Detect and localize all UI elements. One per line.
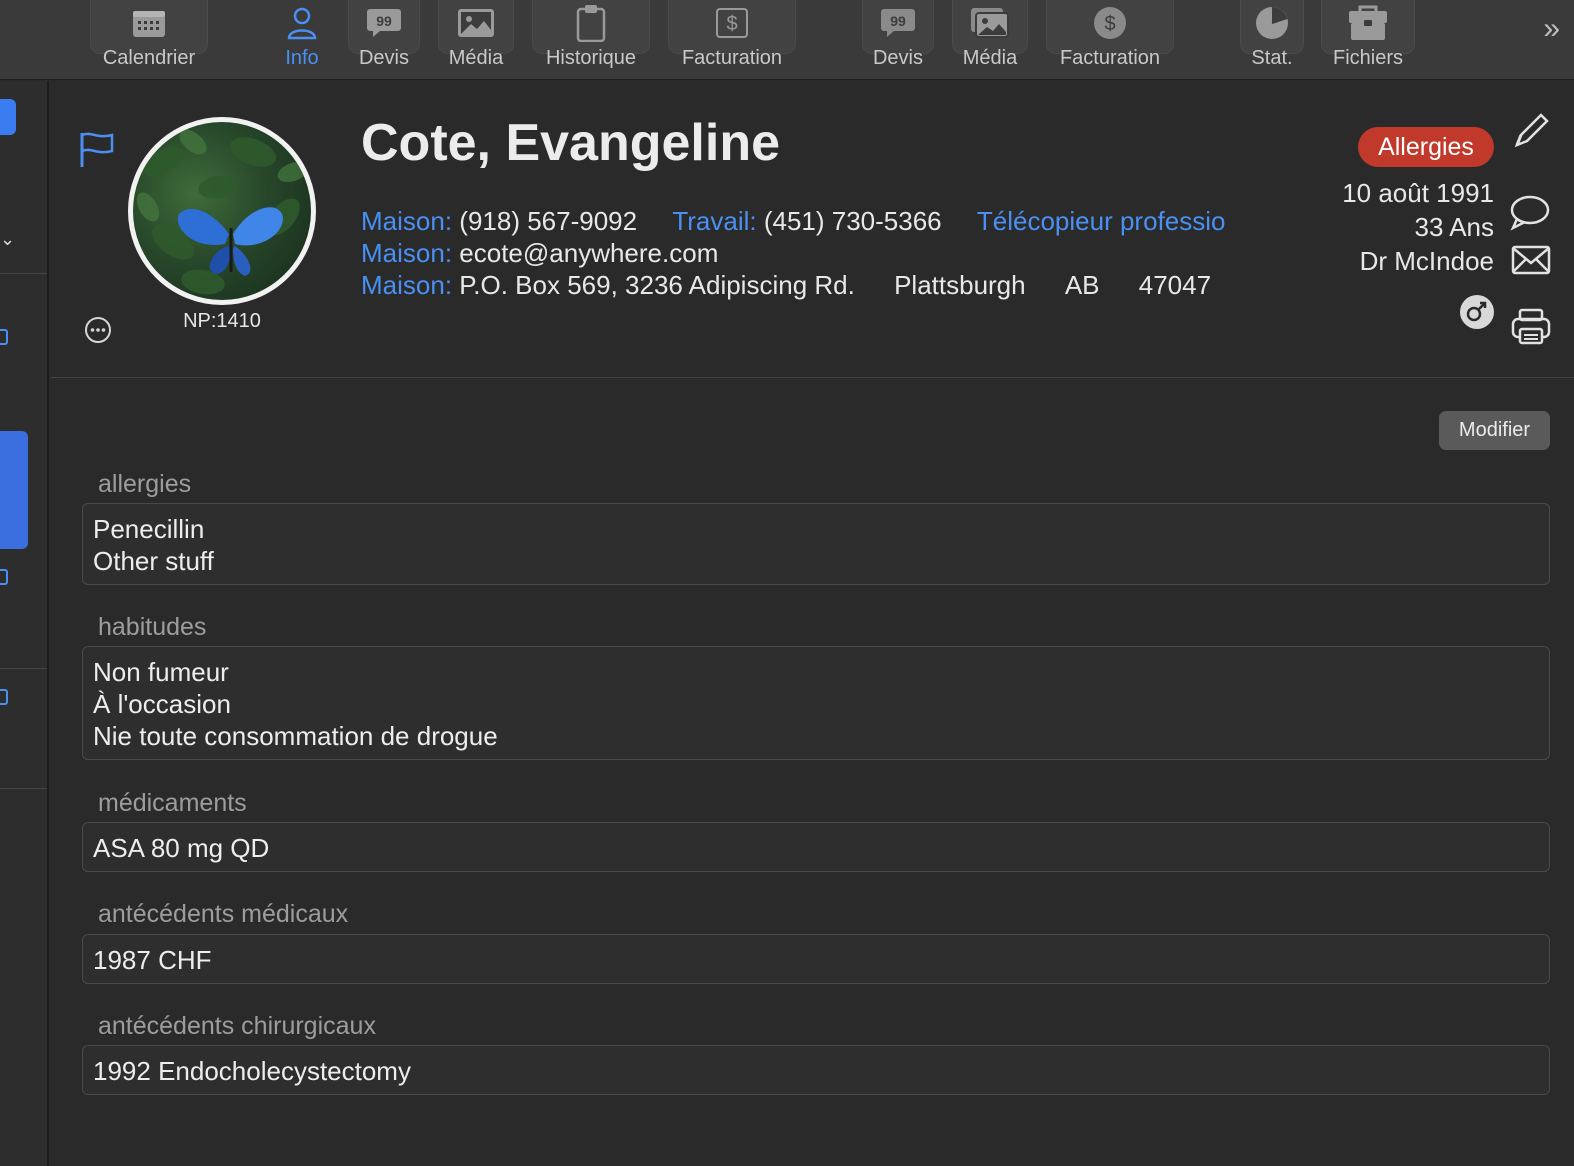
patient-number: NP:1410 [183,310,261,332]
toolbar-info-tab[interactable]: Info [272,0,332,76]
city-value: Plattsburgh [894,270,1026,300]
toolbar: Calendrier Info 99 Devis Média Historiqu… [0,0,1574,80]
more-options-icon[interactable] [84,316,112,344]
toolbar-stat-label: Stat. [1251,47,1293,69]
envelope-icon[interactable] [1511,244,1551,276]
sidebar-item-icon[interactable] [0,689,8,705]
clipboard-icon [576,4,606,42]
phone-work-label: Travail: [672,206,757,236]
contact-phones-line: Maison: (918) 567-9092 Travail: (451) 73… [361,206,1233,237]
pencil-icon[interactable] [1511,111,1551,151]
svg-text:$: $ [1104,13,1115,35]
toolbar-media2-label: Média [962,47,1018,69]
patient-avatar[interactable] [128,117,316,305]
chat-bubble-icon[interactable] [1509,193,1551,231]
svg-text:99: 99 [890,13,906,29]
svg-text:99: 99 [376,13,392,29]
sidebar-checkbox[interactable] [0,99,16,135]
toolbar-info-label: Info [285,47,319,69]
toolbar-historique-label: Historique [545,47,637,69]
quote-bubble-icon: 99 [881,8,915,37]
toolbar-media-button[interactable]: Média [438,0,514,76]
svg-text:$: $ [726,13,737,35]
antecedents-chirurgicaux-line: 1992 Endocholecystectomy [93,1056,411,1086]
antecedents-chirurgicaux-field[interactable]: 1992 Endocholecystectomy [82,1045,1550,1095]
sidebar-item-icon[interactable] [0,329,8,345]
sidebar-item-icon[interactable] [0,569,8,585]
flag-icon[interactable] [79,131,115,169]
quote-bubble-icon: 99 [367,8,401,37]
phone-work-value[interactable]: (451) 730-5366 [764,206,942,236]
fax-label: Télécopieur professio [976,206,1226,236]
archive-box-icon [1349,5,1387,40]
toolbar-media-label: Média [448,47,504,69]
toolbar-devis2-button[interactable]: 99 Devis [862,0,934,76]
phone-home-value[interactable]: (918) 567-9092 [459,206,637,236]
pie-chart-icon [1256,6,1288,39]
toolbar-historique-button[interactable]: Historique [532,0,650,76]
calendar-icon [133,10,165,37]
toolbar-devis-label: Devis [358,47,409,69]
contact-address-line: Maison: P.O. Box 569, 3236 Adipiscing Rd… [361,270,1211,301]
address-label: Maison: [361,270,453,300]
modifier-button[interactable]: Modifier [1439,411,1550,450]
allergies-badge[interactable]: Allergies [1358,127,1494,167]
email-label: Maison: [361,238,453,268]
toolbar-overflow-chevrons-icon[interactable]: » [1543,12,1560,46]
sidebar-divider [0,788,47,789]
toolbar-fichiers-button[interactable]: Fichiers [1321,0,1415,76]
postal-code-value: 47047 [1138,270,1212,300]
province-value: AB [1064,270,1100,300]
habitudes-label: habitudes [98,613,207,641]
toolbar-stat-button[interactable]: Stat. [1240,0,1304,76]
birthdate: 10 août 1991 [1342,178,1494,208]
toolbar-facturation-label: Facturation [681,47,783,69]
medicaments-label: médicaments [98,789,247,817]
sidebar-chevron-down-icon[interactable]: ⌄ [0,229,15,250]
toolbar-facturation2-button[interactable]: $ Facturation [1046,0,1174,76]
toolbar-devis-button[interactable]: 99 Devis [348,0,420,76]
person-icon [287,7,317,39]
email-value[interactable]: ecote@anywhere.com [459,238,718,268]
habitudes-line: À l'occasion [93,689,231,719]
medicaments-line: ASA 80 mg QD [93,833,270,863]
allergies-field[interactable]: Penecillin Other stuff [82,503,1550,585]
sidebar-strip: ⌄ [0,81,49,1166]
toolbar-fichiers-label: Fichiers [1332,47,1403,69]
habitudes-line: Non fumeur [93,657,229,687]
toolbar-calendrier-button[interactable]: Calendrier [90,0,208,76]
antecedents-chirurgicaux-label: antécédents chirurgicaux [98,1012,376,1040]
sidebar-divider [0,668,47,669]
toolbar-facturation-button[interactable]: $ Facturation [668,0,796,76]
antecedents-medicaux-field[interactable]: 1987 CHF [82,934,1550,984]
antecedents-medicaux-line: 1987 CHF [93,945,212,975]
address-value[interactable]: P.O. Box 569, 3236 Adipiscing Rd. [459,270,855,300]
allergies-label: allergies [98,470,192,498]
toolbar-devis2-label: Devis [872,47,923,69]
toolbar-calendrier-label: Calendrier [102,47,196,69]
patient-name: Cote, Evangeline [361,114,780,172]
printer-icon[interactable] [1511,307,1551,347]
antecedents-medicaux-label: antécédents médicaux [98,900,349,928]
invoice-icon: $ [716,7,748,38]
patient-header: NP:1410 Cote, Evangeline Maison: (918) 5… [51,81,1574,378]
habitudes-line: Nie toute consommation de drogue [93,721,498,751]
sidebar-selected-item[interactable] [0,431,28,549]
butterfly-photo [136,129,309,295]
allergies-line: Other stuff [93,546,214,576]
toolbar-media2-button[interactable]: Média [952,0,1028,76]
images-icon [971,7,1009,38]
toolbar-facturation2-label: Facturation [1059,47,1161,69]
allergies-line: Penecillin [93,514,205,544]
doctor-name: Dr McIndoe [1359,246,1494,276]
phone-home-label: Maison: [361,206,453,236]
medicaments-field[interactable]: ASA 80 mg QD [82,822,1550,872]
sidebar-divider [0,273,47,274]
contact-email-line: Maison: ecote@anywhere.com [361,238,718,269]
male-gender-icon [1460,295,1494,329]
age: 33 Ans [1414,212,1494,242]
image-icon [458,8,494,37]
habitudes-field[interactable]: Non fumeur À l'occasion Nie toute consom… [82,646,1550,760]
dollar-circle-icon: $ [1094,6,1126,39]
